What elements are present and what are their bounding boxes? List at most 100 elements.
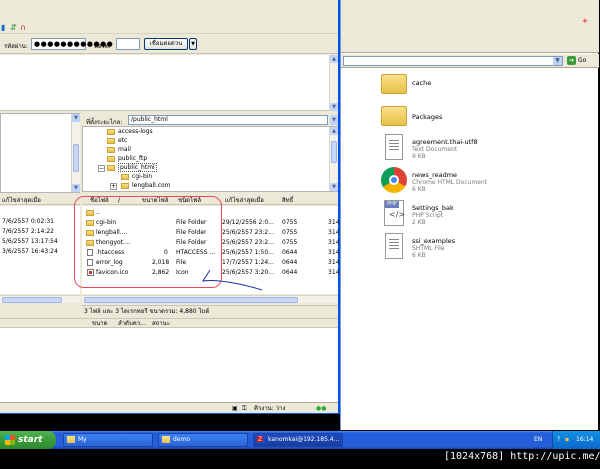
password-input[interactable]: ●●●●●●●●●●●● bbox=[31, 38, 113, 50]
status-bar: ▣ ⚿ คิวงาน: ว่าง ●● bbox=[0, 402, 338, 413]
annotation-box bbox=[74, 196, 222, 288]
go-button[interactable]: ➜ Go bbox=[567, 56, 597, 66]
folder-icon bbox=[107, 155, 115, 162]
column-size[interactable]: ขนาด bbox=[92, 319, 107, 328]
activity-light-icon: ●● bbox=[316, 405, 327, 412]
log-scrollbar[interactable]: ▲ ▼ bbox=[329, 55, 338, 111]
column-perms[interactable]: สิทธิ์ bbox=[282, 196, 293, 205]
explorer-toolbar-area: ✦ bbox=[341, 0, 599, 53]
collapse-icon[interactable]: − bbox=[98, 165, 105, 172]
system-tray: ? ▪ 16:14 bbox=[552, 431, 600, 449]
clock[interactable]: 16:14 bbox=[576, 431, 593, 449]
lock-icon: ▣ bbox=[232, 405, 238, 412]
scroll-up-icon[interactable]: ▲ bbox=[330, 127, 338, 135]
windows-logo-icon: ✦ bbox=[581, 17, 589, 27]
explorer-file-item[interactable]: agreement.thai-utf8 Text Document 9 KB bbox=[381, 134, 581, 164]
chevron-down-icon[interactable]: ▼ bbox=[553, 57, 562, 65]
folder-icon bbox=[107, 128, 115, 135]
explorer-file-item[interactable]: cache bbox=[381, 70, 581, 100]
tree-item[interactable]: etc bbox=[107, 137, 127, 144]
address-input[interactable]: ▼ bbox=[343, 56, 563, 66]
taskbar-item[interactable]: demo bbox=[158, 433, 248, 447]
remote-hscroll[interactable] bbox=[82, 295, 338, 303]
help-icon[interactable]: ? bbox=[557, 431, 560, 449]
tree-item[interactable]: mail bbox=[107, 146, 131, 153]
scroll-down-icon[interactable]: ▼ bbox=[72, 184, 80, 192]
explorer-file-item[interactable]: ssi_examples SHTML File 6 KB bbox=[381, 233, 581, 263]
port-input[interactable] bbox=[116, 38, 140, 50]
scroll-down-icon[interactable]: ▼ bbox=[330, 183, 338, 191]
local-tree-scrollbar[interactable]: ▼ ▼ bbox=[71, 114, 80, 192]
tree-item[interactable]: cgi-bin bbox=[121, 173, 152, 180]
scroll-up-icon[interactable]: ▼ bbox=[72, 114, 80, 122]
local-list-header: แก้ไขล่าสุดเมื่อ bbox=[0, 196, 80, 205]
tree-item-selected[interactable]: public_html bbox=[107, 163, 157, 172]
queue-header: ขนาด ลำดับคว... สถานะ bbox=[0, 319, 338, 328]
scroll-thumb[interactable] bbox=[2, 297, 62, 303]
local-tree[interactable]: ▼ ▼ bbox=[0, 113, 80, 193]
folder-icon bbox=[381, 74, 407, 94]
transfer-queue[interactable]: ขนาด ลำดับคว... สถานะ bbox=[0, 318, 338, 402]
folder-icon bbox=[107, 137, 115, 144]
explorer-file-item[interactable]: PHP </> Settings_bak PHP Script 2 KB bbox=[381, 200, 581, 230]
key-icon: ⚿ bbox=[242, 405, 247, 412]
scroll-up-icon[interactable]: ▲ bbox=[330, 55, 338, 63]
remote-tree[interactable]: access-logs etc mail public_ftp − public… bbox=[82, 126, 338, 192]
folder-open-icon bbox=[107, 164, 115, 171]
folder-icon bbox=[67, 436, 75, 443]
column-status[interactable]: สถานะ bbox=[152, 319, 170, 328]
local-hscroll[interactable] bbox=[0, 295, 80, 303]
list-item[interactable]: 7/6/2557 2:14:22 bbox=[2, 228, 54, 235]
chevron-down-icon[interactable]: ▼ bbox=[330, 115, 338, 125]
tree-item[interactable]: public_ftp bbox=[107, 155, 147, 162]
scroll-thumb[interactable] bbox=[331, 141, 337, 163]
reconnect-icon[interactable]: ⇵ bbox=[10, 24, 18, 32]
list-item[interactable]: 3/6/2557 16:43:24 bbox=[2, 248, 58, 255]
shtml-file-icon bbox=[385, 233, 403, 259]
toggle-icon[interactable]: ▮ bbox=[1, 24, 9, 32]
column-modified[interactable]: แก้ไขล่าสุดเมื่อ bbox=[225, 196, 264, 205]
quickconnect-button[interactable]: เชื่อมต่อด่วน bbox=[144, 38, 188, 50]
binoculars-icon[interactable]: ∩ bbox=[20, 24, 28, 32]
scroll-thumb[interactable] bbox=[84, 297, 298, 303]
language-indicator[interactable]: EN bbox=[534, 431, 542, 449]
screenshot-frame: ✦ ▼ ➜ Go cache Packages agreement.thai-ut… bbox=[0, 0, 600, 469]
explorer-window: ✦ ▼ ➜ Go cache Packages agreement.thai-ut… bbox=[340, 0, 599, 430]
folder-icon bbox=[107, 146, 115, 153]
watermark-text: [1024x768] http://upic.me/ bbox=[444, 451, 600, 462]
local-file-list[interactable]: 7/6/2557 0:02:31 7/6/2557 2:14:22 5/6/25… bbox=[0, 206, 80, 294]
arrow-right-icon: ➜ bbox=[567, 56, 576, 65]
message-log: ▲ ▼ bbox=[0, 55, 338, 111]
explorer-file-item[interactable]: news_readme Chrome HTML Document 6 KB bbox=[381, 167, 581, 197]
php-script-icon: PHP </> bbox=[384, 200, 405, 226]
remote-tree-scrollbar[interactable]: ▲ ▼ bbox=[329, 127, 338, 191]
column-priority[interactable]: ลำดับคว... bbox=[118, 319, 146, 328]
remote-path-bar: ที่ตั้งระยะไกล: /public_html ▼ bbox=[82, 114, 338, 126]
list-item[interactable]: 5/6/2557 13:17:54 bbox=[2, 238, 58, 245]
explorer-address-bar: ▼ ➜ Go bbox=[341, 54, 599, 68]
quickconnect-bar: รหัสผ่าน: ●●●●●●●●●●●● พอร์ต: เชื่อมต่อด… bbox=[0, 35, 338, 54]
scroll-thumb[interactable] bbox=[73, 144, 79, 172]
taskbar-item[interactable]: My bbox=[63, 433, 153, 447]
text-document-icon bbox=[385, 134, 403, 160]
expand-icon[interactable]: + bbox=[110, 183, 117, 190]
folder-icon bbox=[162, 436, 170, 443]
filezilla-toolbar: ▮ ⇵ ∩ bbox=[0, 0, 338, 34]
chevron-down-icon[interactable]: ▼ bbox=[189, 38, 197, 50]
taskbar-item-active[interactable]: Zkanomkai@192.185.4... bbox=[253, 433, 343, 447]
windows-logo-icon bbox=[5, 435, 15, 445]
chrome-icon bbox=[381, 167, 407, 193]
network-icon[interactable]: ▪ bbox=[565, 431, 569, 449]
explorer-file-item[interactable]: Packages bbox=[381, 102, 581, 132]
scroll-down-icon[interactable]: ▼ bbox=[330, 103, 338, 111]
column-modified[interactable]: แก้ไขล่าสุดเมื่อ bbox=[2, 196, 41, 205]
tree-item[interactable]: access-logs bbox=[107, 128, 153, 135]
remote-path-input[interactable]: /public_html bbox=[128, 115, 328, 125]
start-button[interactable]: start bbox=[0, 431, 56, 449]
taskbar: start My demo Zkanomkai@192.185.4... EN … bbox=[0, 431, 600, 449]
remote-status-text: 3 ไฟล์ และ 3 ไดเรกทอรี ขนาดรวม: 4,880 ไบ… bbox=[82, 305, 338, 316]
folder-icon bbox=[381, 106, 407, 126]
list-item[interactable]: 7/6/2557 0:02:31 bbox=[2, 218, 54, 225]
folder-icon bbox=[121, 173, 129, 180]
tree-item[interactable]: lengball.com bbox=[121, 182, 171, 189]
